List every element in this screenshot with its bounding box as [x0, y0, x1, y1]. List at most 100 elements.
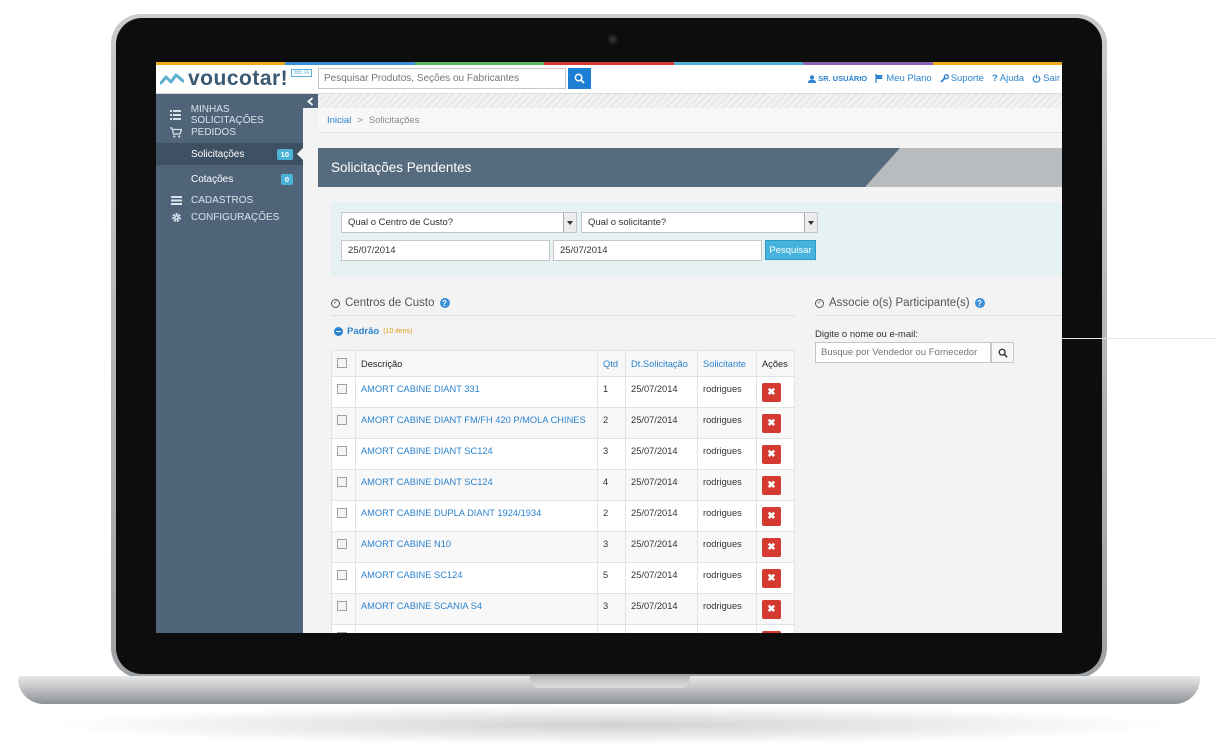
chevron-down-icon [563, 213, 576, 232]
delete-button[interactable]: ✖ [761, 507, 781, 526]
row-solicitante: rodrigues [697, 531, 757, 563]
sidebar-item-configuracoes[interactable]: CONFIGURAÇÕES [156, 209, 303, 225]
row-date: 25/07/2014 [625, 407, 698, 439]
row-descricao[interactable]: AMORT CABINE DIANT SC124 [354, 469, 599, 501]
exit-link[interactable]: Sair [1032, 73, 1060, 84]
select-all-checkbox[interactable] [337, 357, 347, 368]
delete-button[interactable]: ✖ [761, 600, 781, 619]
help-icon[interactable]: ? [974, 298, 985, 308]
col-descricao[interactable]: Descrição [354, 350, 599, 377]
row-checkbox[interactable] [337, 601, 347, 611]
row-date: 25/07/2014 [625, 593, 698, 625]
plan-link[interactable]: Meu Plano [875, 73, 932, 84]
row-checkbox-cell [331, 624, 356, 633]
delete-button[interactable]: ✖ [761, 631, 781, 633]
row-checkbox[interactable] [337, 446, 347, 456]
sidebar-collapse-button[interactable] [303, 94, 318, 108]
breadcrumb: Inicial > Solicitações [318, 108, 1062, 133]
row-checkbox-cell [331, 407, 356, 439]
pesquisar-button[interactable]: Pesquisar [765, 240, 816, 260]
search-icon [998, 348, 1008, 358]
date-from-field[interactable]: 25/07/2014 [341, 240, 550, 261]
delete-button[interactable]: ✖ [761, 414, 781, 433]
row-descricao[interactable] [354, 624, 599, 633]
row-solicitante: rodrigues [697, 438, 757, 470]
close-icon: ✖ [767, 511, 776, 522]
row-checkbox[interactable] [337, 539, 347, 549]
row-qtd: 2 [597, 500, 627, 532]
row-qtd: 3 [597, 593, 627, 625]
col-acoes: Ações [755, 350, 796, 377]
participant-search-button[interactable] [991, 342, 1014, 363]
support-link[interactable]: Suporte [940, 73, 984, 84]
search-button[interactable] [568, 68, 591, 89]
row-actions: ✖ [755, 376, 796, 408]
row-checkbox[interactable] [337, 477, 347, 487]
row-checkbox[interactable] [337, 415, 347, 425]
sidebar-item-cotacoes[interactable]: Cotações 0 [156, 168, 303, 190]
sidebar-item-solicitacoes[interactable]: Solicitações 10 [156, 143, 303, 165]
participant-search-input[interactable] [815, 342, 991, 363]
row-descricao[interactable]: AMORT CABINE DIANT 331 [354, 376, 599, 408]
solicitacoes-table: Descrição Qtd Dt.Solicitação Solicitante… [331, 350, 796, 633]
row-checkbox[interactable] [337, 384, 347, 394]
row-descricao[interactable]: AMORT CABINE SC124 [354, 562, 599, 594]
solicitante-select[interactable]: Qual o solicitante? [581, 212, 818, 233]
col-qtd[interactable]: Qtd [597, 350, 627, 377]
delete-button[interactable]: ✖ [761, 445, 781, 464]
row-checkbox-cell [331, 593, 356, 625]
breadcrumb-separator: > [357, 114, 363, 126]
row-date: 25/07/2014 [625, 376, 698, 408]
associe-section-title: ✓ Associe o(s) Participante(s) ? [815, 297, 985, 309]
page-title: Solicitações Pendentes [331, 160, 472, 175]
centro-custo-select[interactable]: Qual o Centro de Custo? [341, 212, 577, 233]
sidebar-item-minhas-solicitacoes[interactable]: MINHAS SOLICITAÇÕES [156, 104, 303, 126]
row-checkbox-cell [331, 562, 356, 594]
help-link[interactable]: ? Ajuda [992, 73, 1024, 84]
col-solicitante[interactable]: Solicitante [697, 350, 757, 377]
row-descricao[interactable]: AMORT CABINE N10 [354, 531, 599, 563]
table-row: AMORT CABINE DIANT FM/FH 420 P/MOLA CHIN… [331, 407, 796, 439]
search-icon [574, 73, 585, 84]
row-checkbox[interactable] [337, 570, 347, 580]
close-icon: ✖ [767, 604, 776, 615]
delete-button[interactable]: ✖ [761, 569, 781, 588]
help-icon[interactable]: ? [439, 298, 450, 308]
support-label: Suporte [950, 73, 984, 84]
row-qtd [597, 624, 627, 633]
sidebar-item-pedidos[interactable]: PEDIDOS [156, 124, 303, 140]
logo-text: voucotar! [188, 67, 289, 90]
associe-title: Associe o(s) Participante(s) [829, 297, 970, 309]
wrench-icon [940, 74, 949, 83]
row-descricao[interactable]: AMORT CABINE DIANT FM/FH 420 P/MOLA CHIN… [354, 407, 599, 439]
row-actions: ✖ [755, 500, 796, 532]
sidebar-item-cadastros[interactable]: CADASTROS [156, 192, 303, 208]
table-row: AMORT CABINE DUPLA DIANT 1924/1934 2 25/07… [331, 500, 796, 532]
row-solicitante: rodrigues [697, 500, 757, 532]
row-qtd: 5 [597, 562, 627, 594]
close-icon: ✖ [767, 449, 776, 460]
row-descricao[interactable]: AMORT CABINE DIANT SC124 [354, 438, 599, 470]
row-descricao[interactable]: AMORT CABINE DUPLA DIANT 1924/1934 [354, 500, 599, 532]
chevron-down-icon [804, 213, 817, 232]
row-checkbox[interactable] [337, 508, 347, 518]
collapse-minus-icon [334, 327, 343, 336]
row-descricao[interactable]: AMORT CABINE SCANIA S4 [354, 593, 599, 625]
delete-button[interactable]: ✖ [761, 383, 781, 402]
date-to-field[interactable]: 25/07/2014 [553, 240, 762, 261]
row-checkbox-cell [331, 469, 356, 501]
row-qtd: 2 [597, 407, 627, 439]
row-checkbox[interactable] [337, 632, 347, 633]
col-dt-solicitacao[interactable]: Dt.Solicitação [625, 350, 698, 377]
logo[interactable]: voucotar! BETA [160, 67, 313, 91]
delete-button[interactable]: ✖ [761, 476, 781, 495]
sidebar-item-label: MINHAS SOLICITAÇÕES [190, 104, 264, 126]
row-actions: ✖ [755, 438, 796, 470]
delete-button[interactable]: ✖ [761, 538, 781, 557]
filter-panel: Qual o Centro de Custo? Qual o solicitan… [331, 202, 1062, 276]
search-input[interactable] [318, 68, 566, 89]
group-padrao[interactable]: Padrão (10 itens) [334, 326, 412, 337]
hatch-strip [318, 94, 1062, 108]
user-link[interactable]: SR. USUÁRIO [808, 73, 867, 84]
breadcrumb-home[interactable]: Inicial [327, 115, 351, 126]
